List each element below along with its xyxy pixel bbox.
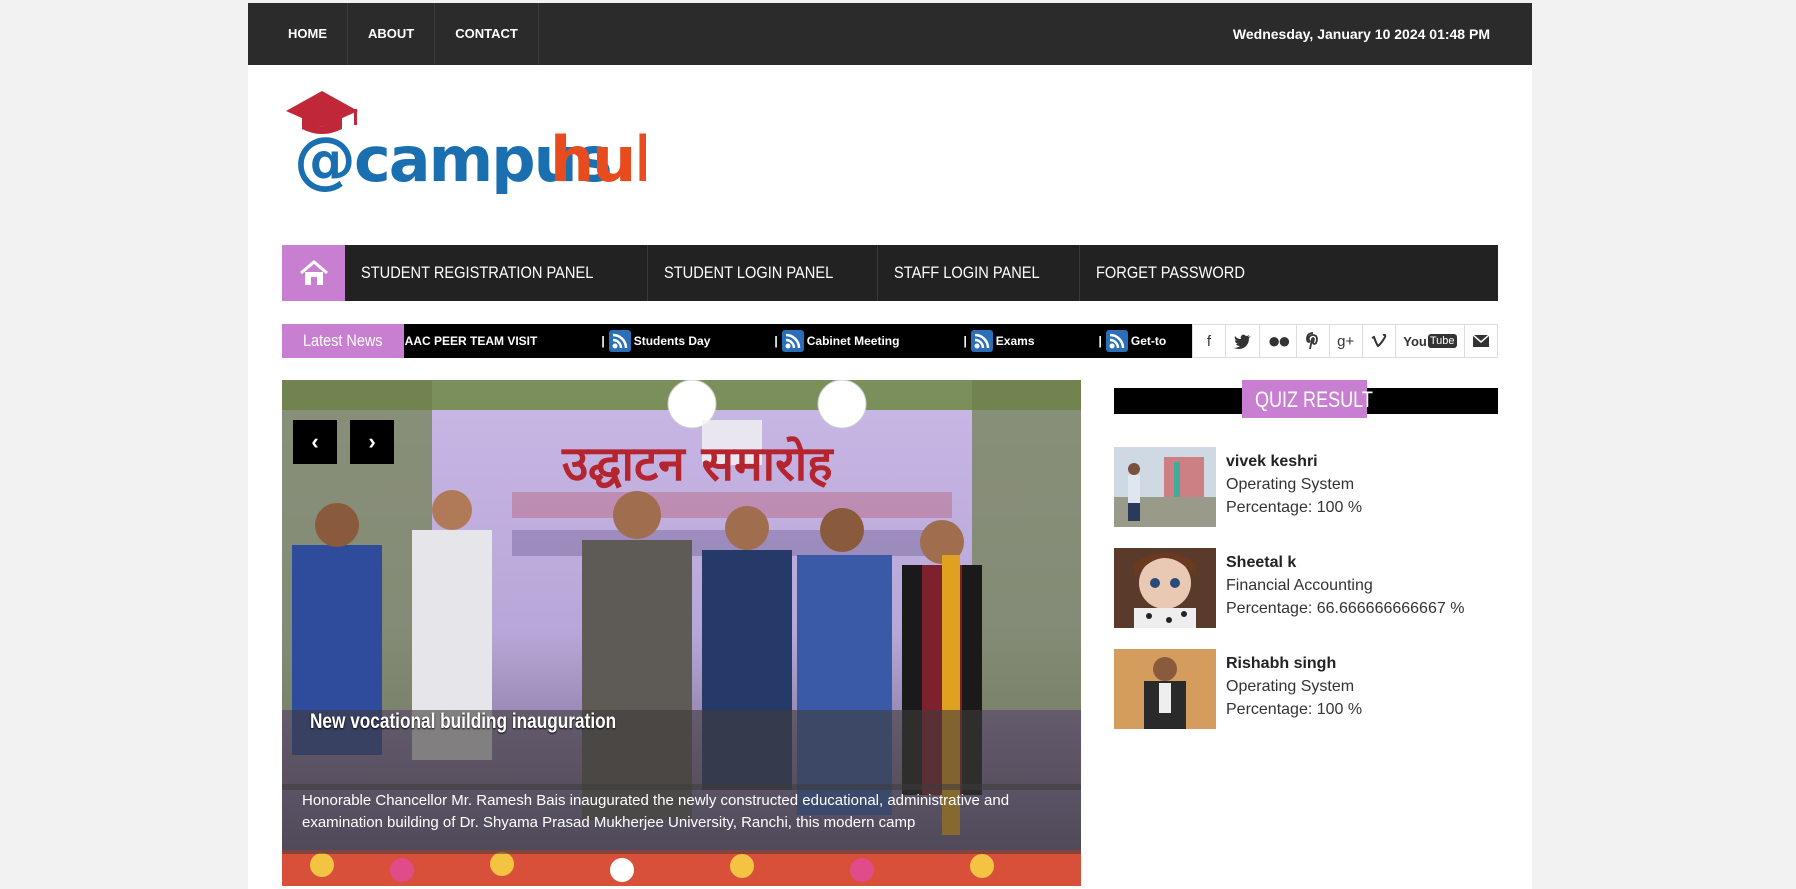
news-item-text: Cabinet Meeting	[806, 334, 900, 348]
nav-label: FORGET PASSWORD	[1096, 263, 1246, 282]
page-container: HOME ABOUT CONTACT Wednesday, January 10…	[248, 3, 1532, 889]
quiz-percentage: Percentage: 66.666666666667 %	[1226, 600, 1465, 617]
top-bar: HOME ABOUT CONTACT Wednesday, January 10…	[248, 3, 1532, 65]
nav-label: STUDENT REGISTRATION PANEL	[361, 263, 594, 282]
quiz-result-item[interactable]: Rishabh singh Operating System Percentag…	[1114, 649, 1498, 729]
quiz-subject: Operating System	[1226, 476, 1355, 493]
avatar	[1114, 447, 1216, 527]
quiz-result-item[interactable]: Sheetal k Financial Accounting Percentag…	[1114, 548, 1498, 628]
facebook-icon[interactable]: f	[1193, 325, 1226, 357]
twitter-icon[interactable]	[1226, 325, 1261, 357]
news-item-text: Exams	[995, 334, 1035, 348]
rss-icon	[608, 330, 631, 352]
slide-banner-text: उद्घाटन समारोह	[561, 436, 834, 492]
home-button[interactable]	[282, 245, 345, 301]
quiz-student-name: Sheetal k	[1226, 554, 1297, 571]
quiz-subject: Financial Accounting	[1226, 577, 1373, 594]
flickr-icon[interactable]: ●●	[1260, 325, 1297, 357]
main-nav: STUDENT REGISTRATION PANEL STUDENT LOGIN…	[282, 245, 1498, 301]
rss-icon	[1105, 330, 1128, 352]
news-item-text: Students Day	[633, 334, 711, 348]
current-datetime: Wednesday, January 10 2024 01:48 PM	[1232, 26, 1490, 42]
nav-staff-login[interactable]: STAFF LOGIN PANEL	[878, 245, 1081, 301]
pinterest-icon[interactable]	[1297, 325, 1330, 357]
latest-news-text: Latest News	[303, 331, 383, 350]
news-bar: Latest News NAAC PEER TEAM VISIT | Studen…	[282, 324, 1498, 358]
news-item[interactable]: | Students Day	[601, 330, 710, 352]
slider-prev-button[interactable]: ‹	[293, 420, 337, 464]
quiz-student-name: vivek keshri	[1226, 453, 1318, 470]
news-item[interactable]: | Get-to	[1099, 330, 1167, 352]
rss-icon	[970, 330, 993, 352]
avatar	[1114, 548, 1216, 628]
quiz-student-name: Rishabh singh	[1226, 655, 1337, 672]
quiz-percentage: Percentage: 100 %	[1226, 499, 1363, 516]
youtube-icon[interactable]: You Tube	[1396, 325, 1466, 357]
news-item[interactable]: | Cabinet Meeting	[774, 330, 899, 352]
nav-home-link[interactable]: HOME	[268, 3, 348, 65]
news-item-text: Get-to	[1130, 334, 1167, 348]
quiz-percentage: Percentage: 100 %	[1226, 701, 1363, 718]
quiz-title: QUIZ RESULT	[1242, 380, 1373, 418]
nav-label: STUDENT LOGIN PANEL	[664, 263, 834, 282]
google-plus-icon[interactable]: g+	[1330, 325, 1363, 357]
slide-description: Honorable Chancellor Mr. Ramesh Bais ina…	[302, 792, 1010, 831]
site-logo[interactable]: @campus hub	[286, 85, 679, 196]
nav-student-registration[interactable]: STUDENT REGISTRATION PANEL	[345, 245, 649, 301]
avatar	[1114, 649, 1216, 729]
top-nav: HOME ABOUT CONTACT	[248, 3, 539, 65]
nav-forget-password[interactable]: FORGET PASSWORD	[1080, 245, 1285, 301]
quiz-title-text: QUIZ RESULT	[1254, 387, 1373, 412]
social-links: f ●● g+ You Tube	[1192, 324, 1498, 358]
vimeo-icon[interactable]	[1363, 325, 1396, 357]
slide-title[interactable]: New vocational building inauguration	[310, 710, 616, 734]
nav-label: STAFF LOGIN PANEL	[893, 263, 1040, 282]
nav-contact-link[interactable]: CONTACT	[435, 3, 539, 65]
slider-next-button[interactable]: ›	[350, 420, 394, 464]
quiz-subject: Operating System	[1226, 678, 1355, 695]
nav-student-login[interactable]: STUDENT LOGIN PANEL	[648, 245, 878, 301]
home-icon	[299, 260, 328, 285]
image-slider[interactable]: उद्घाटन समारोह ‹ › New vocational buildi…	[282, 380, 1081, 886]
nav-about-link[interactable]: ABOUT	[348, 3, 436, 65]
news-ticker: NAAC PEER TEAM VISIT | Students Day | Cabi…	[404, 324, 1192, 358]
latest-news-label: Latest News	[282, 324, 404, 358]
rss-icon	[781, 330, 804, 352]
news-item[interactable]: | Exams	[963, 330, 1035, 352]
quiz-result-item[interactable]: vivek keshri Operating System Percentage…	[1114, 447, 1498, 527]
news-item[interactable]: NAAC PEER TEAM VISIT	[404, 334, 537, 348]
email-icon[interactable]	[1465, 325, 1497, 357]
news-item-text: NAAC PEER TEAM VISIT	[404, 334, 538, 348]
logo-text-hub: hub	[550, 123, 646, 195]
